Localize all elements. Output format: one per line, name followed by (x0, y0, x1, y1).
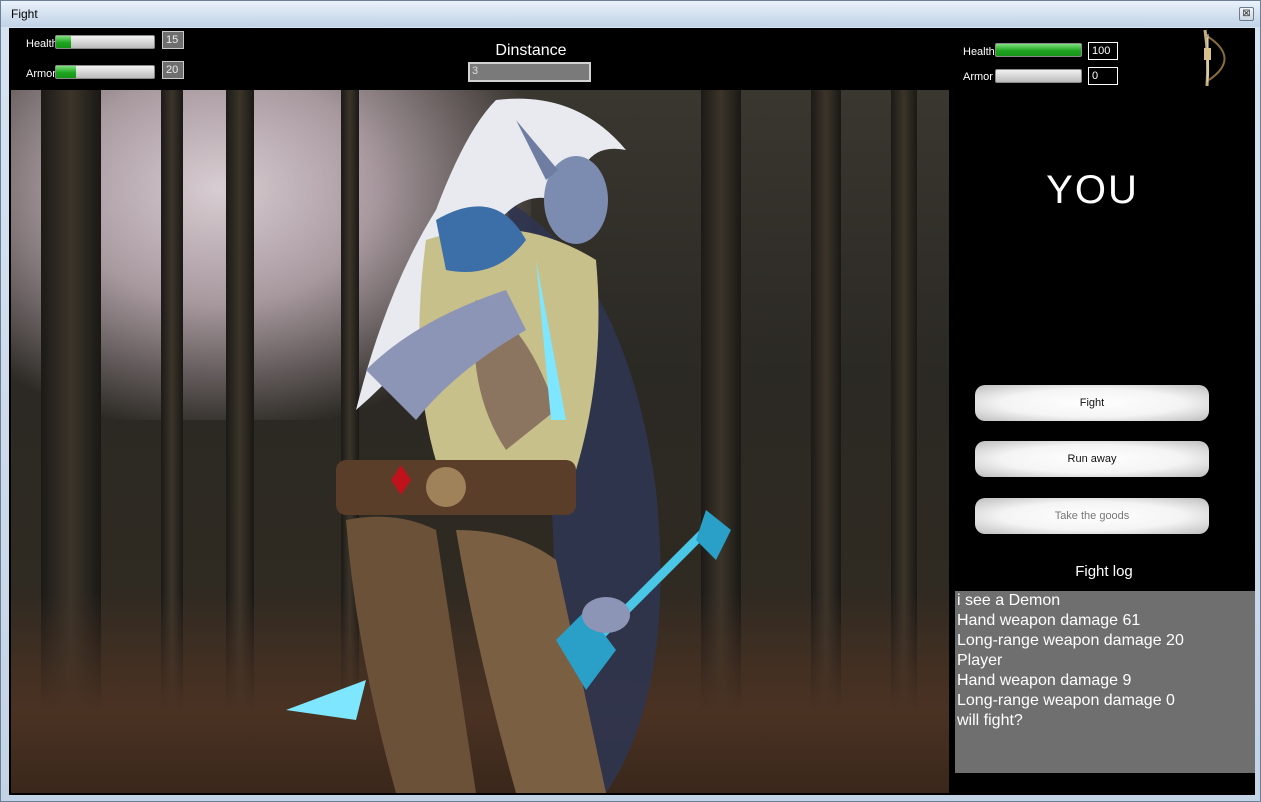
player-health-label: Health (963, 46, 995, 58)
log-line: Long-range weapon damage 20 (957, 632, 1184, 649)
take-the-goods-button[interactable]: Take the goods (975, 498, 1209, 534)
enemy-health-fill (56, 36, 71, 48)
log-line: Player (957, 652, 1003, 669)
player-health-value: 100 (1088, 42, 1118, 60)
enemy-health-bar (55, 35, 155, 49)
game-client-area: Health 15 Armor 20 Dinstance 3 Health 10… (9, 28, 1255, 795)
title-bar[interactable]: Fight ⊠ (1, 1, 1260, 27)
player-armor-label: Armor (963, 71, 993, 83)
player-armor-bar (995, 69, 1082, 83)
distance-value: 3 (468, 62, 591, 82)
enemy-armor-value: 20 (162, 61, 184, 79)
log-line: Hand weapon damage 9 (957, 672, 1132, 689)
log-line: i see a Demon (957, 592, 1061, 609)
fight-log-title: Fight log (1075, 563, 1133, 580)
battle-scene (11, 90, 949, 793)
enemy-armor-label: Armor (26, 68, 56, 80)
enemy-character[interactable] (276, 90, 746, 793)
fight-window: Fight ⊠ Health 15 Armor 20 Dinstance 3 H… (0, 0, 1261, 802)
log-line: will fight? (957, 712, 1023, 729)
player-armor-value: 0 (1088, 67, 1118, 85)
player-health-bar (995, 43, 1082, 57)
enemy-armor-fill (56, 66, 76, 78)
player-health-fill (996, 44, 1081, 56)
run-away-button[interactable]: Run away (975, 441, 1209, 477)
fight-button[interactable]: Fight (975, 385, 1209, 421)
close-button[interactable]: ⊠ (1239, 7, 1254, 21)
window-title: Fight (11, 7, 38, 21)
log-line: Hand weapon damage 61 (957, 612, 1141, 629)
enemy-armor-bar (55, 65, 155, 79)
enemy-health-value: 15 (162, 31, 184, 49)
log-line: Long-range weapon damage 0 (957, 692, 1175, 709)
bow-icon[interactable] (1195, 28, 1247, 88)
player-name-label: YOU (1046, 168, 1139, 212)
enemy-health-label: Health (26, 38, 58, 50)
fight-log[interactable]: i see a Demon Hand weapon damage 61 Long… (955, 591, 1255, 773)
distance-title: Dinstance (495, 42, 567, 59)
